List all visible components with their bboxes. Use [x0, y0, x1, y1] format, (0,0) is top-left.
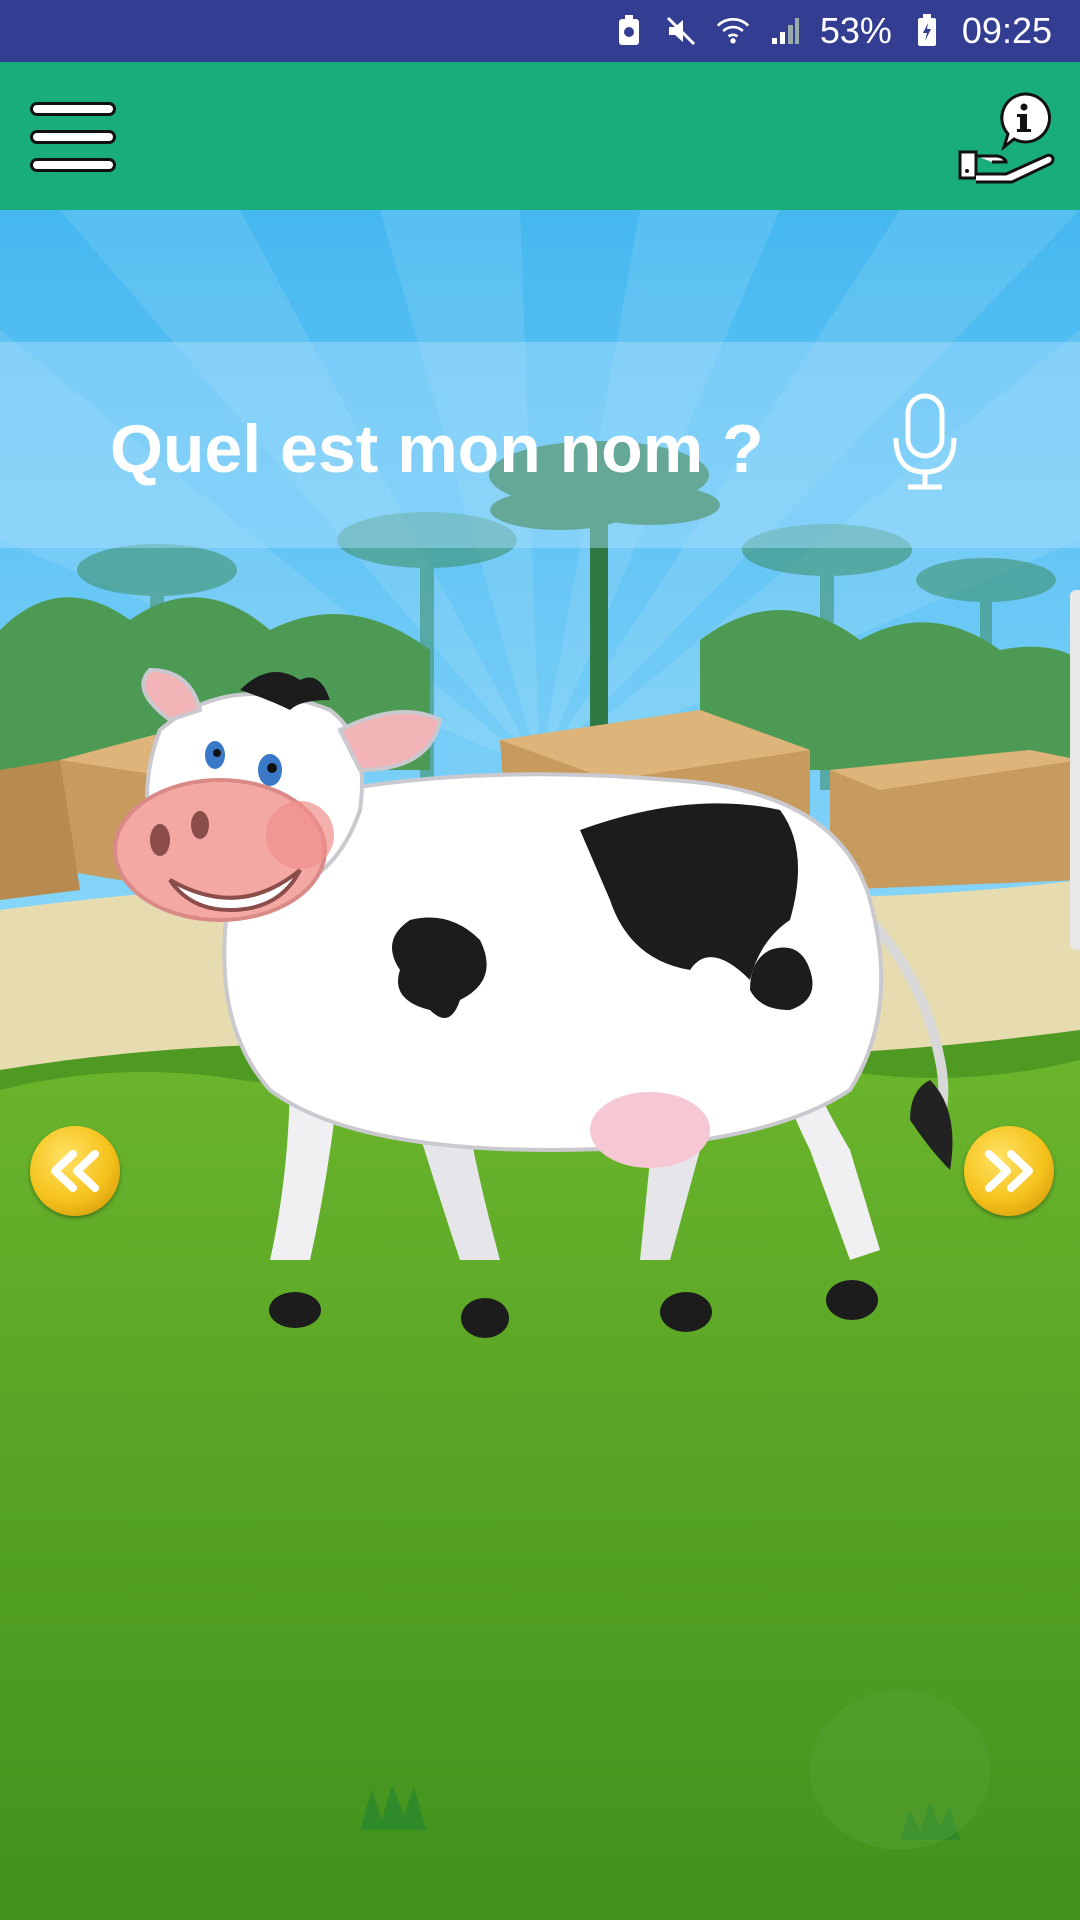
clock: 09:25: [961, 10, 1052, 51]
wifi-icon: [716, 14, 750, 48]
hamburger-menu-icon[interactable]: [30, 102, 116, 172]
menu-bar-line: [30, 158, 116, 172]
menu-bar-line: [30, 102, 116, 116]
question-text: Quel est mon nom ?: [110, 411, 764, 487]
double-chevron-right-icon: [985, 1150, 1033, 1192]
mute-icon: [664, 14, 698, 48]
double-chevron-left-icon: [51, 1150, 99, 1192]
previous-button[interactable]: [30, 1126, 120, 1216]
status-bar: 53% 09:25: [0, 0, 1080, 62]
battery-percent: 53%: [819, 10, 892, 51]
info-hand-icon[interactable]: [958, 90, 1058, 186]
signal-icon: [768, 14, 802, 48]
battery-icon: [910, 14, 944, 48]
app-bar: [0, 62, 1080, 210]
microphone-icon[interactable]: [890, 392, 960, 492]
menu-bar-line: [30, 130, 116, 144]
game-scene: Quel est mon nom ?: [0, 210, 1080, 1920]
next-button[interactable]: [964, 1126, 1054, 1216]
question-band: Quel est mon nom ?: [0, 342, 1080, 548]
side-panel-handle[interactable]: [1070, 590, 1080, 950]
battery-saver-icon: [612, 14, 646, 48]
